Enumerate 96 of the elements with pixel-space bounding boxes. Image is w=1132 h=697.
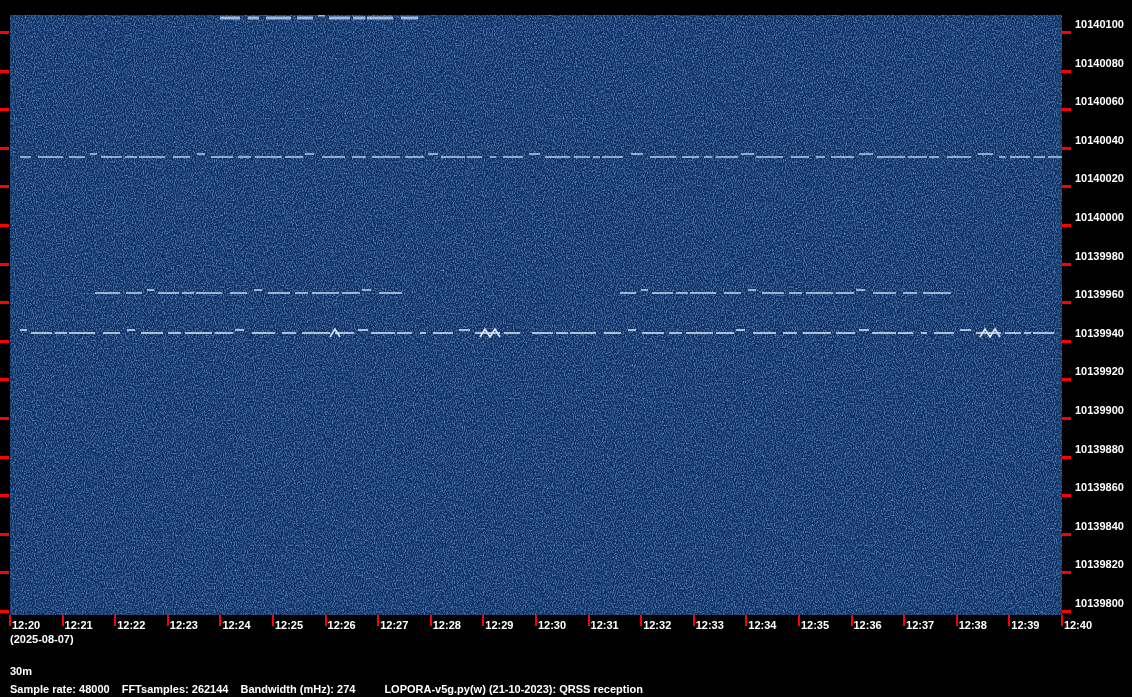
axis-tick (219, 615, 222, 626)
program-title: LOPORA-v5g.py(w) (21-10-2023): QRSS reception (384, 682, 643, 696)
axis-tick (745, 615, 748, 626)
axis-tick (0, 378, 9, 382)
frequency-label: 10139920 (1075, 365, 1124, 379)
info-text: Sample rate: 48000 (10, 682, 110, 696)
axis-tick (903, 615, 906, 626)
time-label: 12:25 (274, 619, 304, 632)
time-label: 12:37 (906, 619, 935, 632)
axis-tick (1062, 571, 1071, 575)
axis-tick (61, 615, 64, 626)
axis-tick (114, 615, 117, 626)
time-label: 12:30 (537, 619, 567, 632)
axis-tick (0, 494, 9, 498)
axis-tick (0, 223, 9, 227)
frequency-label: 10139940 (1075, 326, 1124, 340)
frequency-label: 10139980 (1075, 249, 1124, 263)
time-label: 12:24 (222, 619, 251, 632)
axis-tick (534, 615, 537, 626)
frequency-label: 10139860 (1075, 481, 1124, 495)
axis-tick (0, 609, 9, 613)
axis-tick (1062, 146, 1071, 150)
axis-tick (1008, 615, 1011, 626)
axis-tick (1062, 609, 1071, 613)
axis-tick (1062, 378, 1071, 382)
axis-tick (640, 615, 643, 626)
axis-tick (1060, 615, 1063, 626)
band-label: 30m (10, 664, 34, 678)
time-label: 12:35 (800, 619, 830, 632)
frequency-label: 10139880 (1075, 442, 1124, 456)
time-label: 12:20 (12, 619, 41, 632)
time-label: 12:23 (169, 619, 198, 632)
time-label: 12:40 (1063, 619, 1092, 632)
info-text: FFTsamples: 262144 (121, 682, 229, 696)
axis-tick (9, 615, 11, 626)
frequency-label: 10140100 (1075, 18, 1124, 31)
axis-tick (1062, 262, 1071, 266)
time-label: 12:31 (590, 619, 619, 632)
frequency-label: 10140060 (1075, 95, 1124, 109)
frequency-label: 10140000 (1075, 210, 1124, 224)
axis-tick (1062, 416, 1071, 420)
frequency-label: 10139900 (1075, 403, 1124, 417)
axis-tick (587, 615, 590, 626)
frequency-label: 10140080 (1075, 56, 1124, 70)
axis-tick (0, 532, 9, 536)
axis-tick (324, 615, 327, 626)
axis-tick (0, 146, 9, 150)
info-text: Bandwidth (mHz): 274 (240, 682, 356, 696)
axis-tick (1062, 185, 1071, 189)
time-label: 12:39 (1011, 619, 1040, 632)
axis-tick (1062, 69, 1071, 73)
axis-tick (0, 301, 9, 305)
axis-tick (1062, 108, 1071, 112)
time-label: 12:36 (853, 619, 882, 632)
axis-tick (692, 615, 695, 626)
axis-tick (1062, 455, 1071, 459)
axis-tick (0, 416, 9, 420)
axis-tick (1062, 339, 1071, 343)
time-label: 12:27 (380, 619, 409, 632)
axis-tick (271, 615, 274, 626)
frequency-label: 10139800 (1075, 596, 1124, 610)
axis-tick (0, 185, 9, 189)
axis-tick (797, 615, 800, 626)
axis-tick (0, 31, 9, 34)
axis-tick (1062, 31, 1071, 34)
axis-tick (955, 615, 958, 626)
axis-tick (0, 69, 9, 73)
time-label: 12:29 (485, 619, 514, 632)
time-label: 12:26 (327, 619, 356, 632)
axis-tick (1062, 532, 1071, 536)
axis-tick (482, 615, 485, 626)
axis-tick (0, 339, 9, 343)
axis-tick (850, 615, 853, 626)
date-label: (2025-08-07) (10, 632, 75, 646)
frequency-label: 10139960 (1075, 288, 1124, 302)
axis-tick (0, 455, 9, 459)
time-label: 12:21 (64, 619, 93, 632)
time-label: 12:33 (695, 619, 724, 632)
axis-tick (1062, 494, 1071, 498)
frequency-label: 10140020 (1075, 172, 1124, 186)
frequency-label: 10139840 (1075, 519, 1124, 533)
time-label: 12:38 (958, 619, 987, 632)
axis-tick (0, 262, 9, 266)
axis-tick (377, 615, 380, 626)
frequency-label: 10139820 (1075, 558, 1124, 572)
axis-tick (1062, 301, 1071, 305)
axis-tick (0, 571, 9, 575)
axis-tick (0, 108, 9, 112)
time-label: 12:28 (432, 619, 461, 632)
time-label: 12:22 (117, 619, 146, 632)
frequency-label: 10140040 (1075, 133, 1124, 147)
time-label: 12:34 (748, 619, 777, 632)
axis-tick (1062, 223, 1071, 227)
axis-tick (429, 615, 432, 626)
axis-tick (166, 615, 169, 626)
time-label: 12:32 (643, 619, 672, 632)
